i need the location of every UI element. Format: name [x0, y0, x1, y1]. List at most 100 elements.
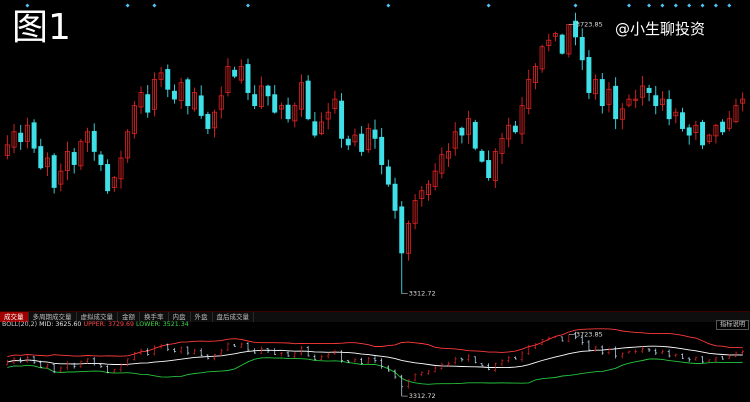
boll-bar — [59, 366, 63, 373]
candle — [319, 112, 324, 136]
tab-7[interactable]: 盘后成交量 — [213, 312, 254, 322]
mid-value: MID: 3625.60 — [39, 321, 82, 328]
candle — [245, 58, 251, 101]
boll-bar — [467, 354, 470, 362]
boll-bar — [427, 370, 430, 375]
event-marker[interactable] — [573, 3, 578, 8]
event-marker[interactable] — [386, 3, 391, 8]
candle — [192, 87, 197, 112]
candle-body-down — [165, 69, 171, 90]
event-marker[interactable] — [152, 3, 157, 8]
candle-body-down — [198, 95, 204, 116]
candle-body-down — [312, 121, 318, 136]
candle — [586, 50, 592, 100]
candle — [392, 177, 398, 219]
candle — [639, 75, 645, 106]
boll-bar — [146, 348, 150, 356]
candle — [613, 77, 619, 130]
candle — [579, 28, 585, 70]
candle — [566, 24, 572, 58]
candle — [78, 138, 84, 170]
candle — [171, 84, 177, 104]
candle — [265, 84, 271, 106]
event-marker[interactable] — [660, 3, 665, 8]
event-marker[interactable] — [727, 3, 732, 8]
candle-body-down — [171, 90, 177, 100]
candle — [720, 119, 726, 136]
candle — [733, 98, 739, 124]
event-marker[interactable] — [627, 3, 632, 8]
candle — [472, 119, 478, 151]
boll-bar — [607, 347, 611, 355]
boll-bar — [326, 352, 330, 359]
boll-bar — [627, 350, 631, 354]
boll-bar — [313, 354, 317, 361]
candle-body-down — [666, 99, 672, 120]
candle — [740, 92, 746, 112]
candle-body-down — [285, 104, 291, 120]
boll-bar — [132, 351, 136, 361]
event-marker[interactable] — [486, 3, 491, 8]
boll-bar — [647, 348, 651, 352]
event-marker[interactable] — [713, 3, 718, 8]
boll-bar — [393, 369, 397, 379]
boll-bar — [373, 356, 377, 363]
boll-bar — [366, 357, 370, 364]
candle — [298, 74, 304, 117]
candle — [713, 123, 719, 144]
indicator-help-button[interactable]: 指标说明 — [716, 320, 750, 330]
candle-body-down — [272, 94, 278, 113]
boll-bar — [213, 353, 216, 361]
tab-6[interactable]: 外盘 — [191, 312, 213, 322]
boll-bar — [112, 369, 116, 373]
candle-body-down — [51, 155, 57, 188]
candle — [158, 66, 164, 87]
event-marker[interactable] — [673, 3, 678, 8]
candle — [125, 128, 131, 163]
boll-bar — [280, 352, 283, 357]
candle — [145, 85, 151, 118]
candle — [185, 77, 191, 115]
candle — [446, 143, 452, 167]
boll-bar — [179, 346, 183, 354]
candle — [252, 85, 258, 110]
boll-bar — [721, 356, 725, 360]
candle — [559, 33, 565, 55]
candle — [285, 97, 291, 123]
candle-body-down — [245, 64, 251, 93]
annotation-label: 3312.72 — [409, 290, 436, 298]
event-marker[interactable] — [125, 3, 130, 8]
candle — [412, 194, 418, 230]
boll-bar — [219, 348, 223, 356]
boll-bar — [694, 356, 698, 361]
author-watermark: @小生聊投资 — [615, 20, 706, 38]
event-marker[interactable] — [700, 3, 705, 8]
indicator-readout: BOLL(20,2) MID: 3625.60 UPPER: 3729.69 L… — [2, 320, 189, 329]
candle — [138, 86, 144, 114]
extreme-annotation: 3723.85 — [568, 330, 603, 338]
event-marker[interactable] — [687, 3, 692, 8]
candle — [71, 148, 77, 174]
candle — [85, 127, 91, 153]
candle — [432, 163, 438, 191]
event-marker[interactable] — [647, 3, 652, 8]
candle — [686, 124, 692, 145]
boll-bar — [560, 336, 564, 342]
boll-bar — [199, 348, 203, 357]
candle — [399, 201, 405, 294]
candle — [619, 103, 625, 130]
candle-body-down — [720, 121, 726, 133]
candle-body-down — [646, 87, 652, 93]
candle — [225, 58, 231, 97]
event-markers-row[interactable] — [25, 3, 732, 8]
candle — [118, 150, 124, 189]
candle — [693, 120, 699, 141]
candle — [325, 102, 331, 130]
candle-body-down — [686, 127, 692, 136]
boll-bar — [661, 349, 664, 355]
event-marker[interactable] — [245, 3, 250, 8]
candle — [98, 151, 104, 171]
candle — [58, 163, 64, 192]
candle — [512, 120, 518, 134]
candle — [526, 69, 532, 115]
